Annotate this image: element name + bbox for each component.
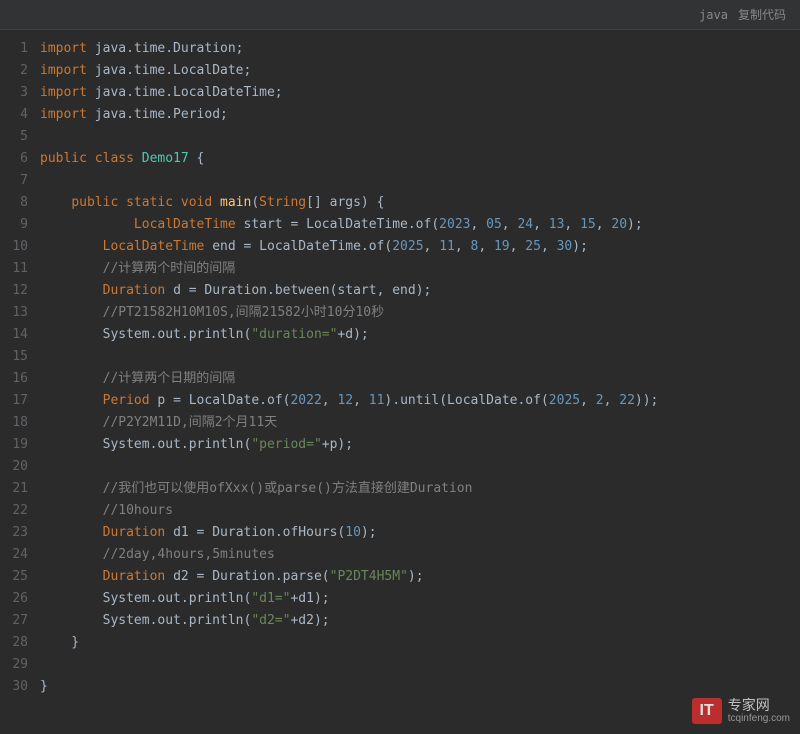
line-number: 11 bbox=[0, 258, 28, 280]
line-number: 28 bbox=[0, 632, 28, 654]
line-number: 4 bbox=[0, 104, 28, 126]
code-line: import java.time.LocalDateTime; bbox=[40, 82, 800, 104]
code-line: LocalDateTime end = LocalDateTime.of(202… bbox=[40, 236, 800, 258]
line-number: 17 bbox=[0, 390, 28, 412]
line-number: 30 bbox=[0, 676, 28, 698]
line-number: 16 bbox=[0, 368, 28, 390]
code-line: //P2Y2M11D,间隔2个月11天 bbox=[40, 412, 800, 434]
code-line bbox=[40, 170, 800, 192]
code-line: public class Demo17 { bbox=[40, 148, 800, 170]
code-line: //计算两个时间的间隔 bbox=[40, 258, 800, 280]
line-number: 1 bbox=[0, 38, 28, 60]
watermark-badge: IT bbox=[692, 698, 722, 724]
line-number: 22 bbox=[0, 500, 28, 522]
line-number: 8 bbox=[0, 192, 28, 214]
line-number-gutter: 1234567891011121314151617181920212223242… bbox=[0, 38, 40, 698]
line-number: 27 bbox=[0, 610, 28, 632]
code-line: import java.time.Duration; bbox=[40, 38, 800, 60]
code-line: System.out.println("d2="+d2); bbox=[40, 610, 800, 632]
code-body: 1234567891011121314151617181920212223242… bbox=[0, 30, 800, 698]
code-line: Duration d1 = Duration.ofHours(10); bbox=[40, 522, 800, 544]
code-line bbox=[40, 126, 800, 148]
code-line: System.out.println("period="+p); bbox=[40, 434, 800, 456]
line-number: 3 bbox=[0, 82, 28, 104]
line-number: 10 bbox=[0, 236, 28, 258]
watermark-text: 专家网 tcqinfeng.com bbox=[728, 698, 790, 724]
line-number: 23 bbox=[0, 522, 28, 544]
watermark-title: 专家网 bbox=[728, 698, 790, 713]
line-number: 7 bbox=[0, 170, 28, 192]
code-line: Duration d2 = Duration.parse("P2DT4H5M")… bbox=[40, 566, 800, 588]
line-number: 19 bbox=[0, 434, 28, 456]
code-content[interactable]: import java.time.Duration;import java.ti… bbox=[40, 38, 800, 698]
line-number: 21 bbox=[0, 478, 28, 500]
line-number: 6 bbox=[0, 148, 28, 170]
code-line: //2day,4hours,5minutes bbox=[40, 544, 800, 566]
line-number: 13 bbox=[0, 302, 28, 324]
code-line bbox=[40, 456, 800, 478]
code-line: Period p = LocalDate.of(2022, 12, 11).un… bbox=[40, 390, 800, 412]
code-line: } bbox=[40, 676, 800, 698]
line-number: 2 bbox=[0, 60, 28, 82]
code-line: } bbox=[40, 632, 800, 654]
code-line: import java.time.Period; bbox=[40, 104, 800, 126]
line-number: 15 bbox=[0, 346, 28, 368]
line-number: 26 bbox=[0, 588, 28, 610]
watermark: IT 专家网 tcqinfeng.com bbox=[692, 698, 790, 724]
line-number: 29 bbox=[0, 654, 28, 676]
editor-header: java 复制代码 bbox=[0, 0, 800, 30]
code-line: System.out.println("d1="+d1); bbox=[40, 588, 800, 610]
code-line: LocalDateTime start = LocalDateTime.of(2… bbox=[40, 214, 800, 236]
watermark-sub: tcqinfeng.com bbox=[728, 713, 790, 724]
code-line: import java.time.LocalDate; bbox=[40, 60, 800, 82]
code-editor: java 复制代码 123456789101112131415161718192… bbox=[0, 0, 800, 734]
line-number: 12 bbox=[0, 280, 28, 302]
code-line: Duration d = Duration.between(start, end… bbox=[40, 280, 800, 302]
code-line: //10hours bbox=[40, 500, 800, 522]
code-line: System.out.println("duration="+d); bbox=[40, 324, 800, 346]
line-number: 14 bbox=[0, 324, 28, 346]
line-number: 9 bbox=[0, 214, 28, 236]
code-line: //PT21582H10M10S,间隔21582小时10分10秒 bbox=[40, 302, 800, 324]
code-line bbox=[40, 346, 800, 368]
code-line: public static void main(String[] args) { bbox=[40, 192, 800, 214]
language-label: java bbox=[699, 8, 728, 22]
code-line: //计算两个日期的间隔 bbox=[40, 368, 800, 390]
line-number: 18 bbox=[0, 412, 28, 434]
line-number: 5 bbox=[0, 126, 28, 148]
line-number: 25 bbox=[0, 566, 28, 588]
line-number: 24 bbox=[0, 544, 28, 566]
line-number: 20 bbox=[0, 456, 28, 478]
copy-button[interactable]: 复制代码 bbox=[738, 6, 786, 23]
code-line: //我们也可以使用ofXxx()或parse()方法直接创建Duration bbox=[40, 478, 800, 500]
code-line bbox=[40, 654, 800, 676]
